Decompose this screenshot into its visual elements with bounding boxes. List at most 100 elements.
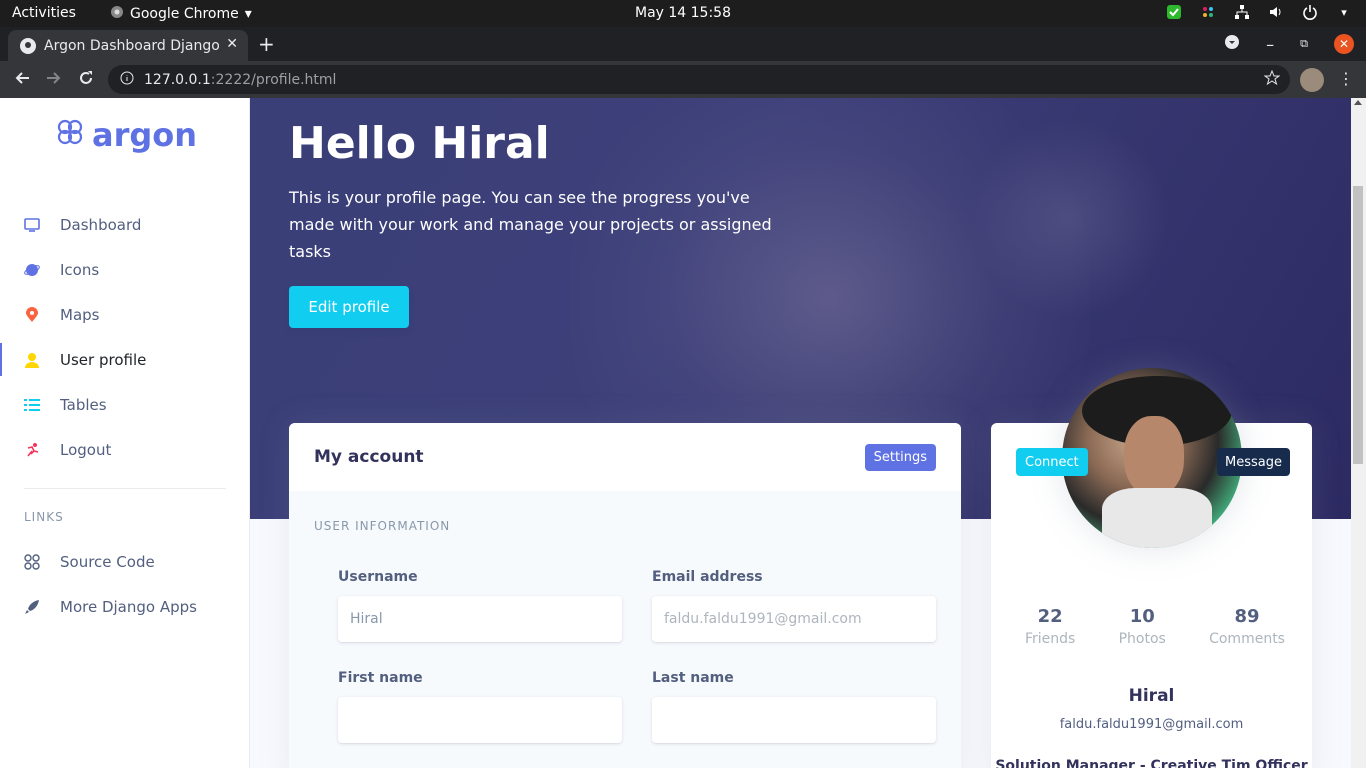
- connect-button[interactable]: Connect: [1016, 448, 1088, 476]
- running-icon: [24, 442, 40, 458]
- sidebar-item-label: Maps: [60, 305, 100, 324]
- message-button[interactable]: Message: [1217, 448, 1290, 476]
- profile-email: faldu.faldu1991@gmail.com: [1059, 717, 1244, 732]
- browser-toolbar: 127.0.0.1:2222/profile.html ⋮: [0, 61, 1366, 98]
- stat-value: 10: [1129, 606, 1155, 627]
- slack-icon[interactable]: [1200, 4, 1216, 20]
- page-scrollbar[interactable]: [1351, 98, 1366, 768]
- username-input[interactable]: [338, 596, 622, 642]
- power-icon[interactable]: [1302, 4, 1318, 20]
- back-icon[interactable]: [14, 70, 30, 90]
- chrome-icon: [110, 5, 124, 23]
- argon-logo-icon: [56, 116, 84, 154]
- stat-value: 89: [1234, 606, 1260, 627]
- sidebar-item-label: Source Code: [60, 552, 155, 571]
- tab-title: Argon Dashboard Django: [44, 37, 220, 54]
- app-name: Google Chrome: [130, 6, 239, 22]
- new-tab-icon[interactable]: +: [258, 32, 275, 56]
- last-name-label: Last name: [652, 670, 734, 686]
- avatar-shirt: [1102, 488, 1212, 548]
- sidebar-item-label: Icons: [60, 260, 100, 279]
- page-viewport: Hello Hiral This is your profile page. Y…: [0, 98, 1366, 768]
- address-bar[interactable]: 127.0.0.1:2222/profile.html: [108, 65, 1290, 94]
- sidebar-divider: [24, 488, 226, 489]
- sidebar-links: Source Code More Django Apps: [0, 539, 249, 629]
- scroll-up-icon[interactable]: [1354, 100, 1362, 105]
- username-group: Username: [338, 569, 622, 642]
- kebab-menu-icon[interactable]: ⋮: [1338, 69, 1354, 88]
- url-path: :2222/profile.html: [210, 71, 337, 88]
- page-title: Hello Hiral: [289, 118, 550, 169]
- chevron-down-icon[interactable]: ▾: [1336, 4, 1352, 20]
- close-window-icon[interactable]: ✕: [1334, 34, 1354, 54]
- planet-icon: [24, 262, 40, 278]
- stat-label: Photos: [1118, 631, 1166, 647]
- close-tab-icon[interactable]: ✕: [226, 36, 238, 52]
- brand-logo[interactable]: argon: [56, 116, 197, 154]
- avatar-face: [1124, 416, 1184, 496]
- minimize-icon[interactable]: –: [1266, 35, 1274, 54]
- sidebar-item-label: User profile: [60, 350, 147, 369]
- sidebar-item-user-profile[interactable]: User profile: [0, 337, 249, 382]
- bookmark-star-icon[interactable]: [1263, 69, 1281, 90]
- activities-button[interactable]: Activities: [12, 5, 76, 21]
- last-name-group: Last name: [652, 670, 936, 743]
- scrollbar-thumb[interactable]: [1353, 186, 1363, 464]
- stat-label: Comments: [1209, 631, 1285, 647]
- sidebar-item-logout[interactable]: Logout: [0, 427, 249, 472]
- restore-icon[interactable]: ⧉: [1300, 37, 1308, 51]
- os-top-bar: Activities Google Chrome ▾ May 14 15:58 …: [0, 0, 1366, 27]
- tab-search-icon[interactable]: [1224, 34, 1240, 54]
- pin-icon: [24, 306, 40, 323]
- card-title: My account: [314, 447, 424, 467]
- sidebar: argon Dashboard Icons Maps User profile …: [0, 98, 250, 768]
- card-header: My account Settings: [289, 423, 961, 491]
- profile-role: Solution Manager - Creative Tim Officer: [995, 758, 1308, 768]
- code-icon: [24, 553, 40, 570]
- intro-text: This is your profile page. You can see t…: [289, 188, 772, 261]
- chrome-profile-avatar[interactable]: [1300, 68, 1324, 92]
- my-account-card: My account Settings USER INFORMATION Use…: [289, 423, 961, 768]
- browser-tab[interactable]: Argon Dashboard Django ✕: [8, 30, 248, 61]
- favicon-icon: [20, 37, 36, 54]
- tv-icon: [24, 217, 40, 233]
- list-icon: [24, 397, 40, 413]
- avatar[interactable]: [1062, 368, 1242, 548]
- shield-check-icon[interactable]: [1166, 4, 1182, 20]
- stat-value: 22: [1037, 606, 1063, 627]
- app-menu[interactable]: Google Chrome ▾: [110, 5, 252, 23]
- links-heading: LINKS: [24, 510, 64, 524]
- last-name-input[interactable]: [652, 697, 936, 743]
- username-label: Username: [338, 569, 418, 585]
- settings-button[interactable]: Settings: [864, 444, 936, 471]
- email-label: Email address: [652, 569, 763, 585]
- sidebar-item-icons[interactable]: Icons: [0, 247, 249, 292]
- sidebar-item-tables[interactable]: Tables: [0, 382, 249, 427]
- sidebar-item-label: Dashboard: [60, 215, 142, 234]
- forward-icon[interactable]: [46, 70, 62, 90]
- sidebar-item-label: Tables: [60, 395, 107, 414]
- stat-comments: 89 Comments: [1209, 606, 1285, 647]
- sidebar-nav: Dashboard Icons Maps User profile Tables…: [0, 202, 249, 472]
- brand-name: argon: [92, 116, 198, 154]
- sidebar-item-more-django-apps[interactable]: More Django Apps: [0, 584, 249, 629]
- url-host: 127.0.0.1: [144, 71, 211, 88]
- info-icon[interactable]: [120, 71, 134, 89]
- sidebar-item-dashboard[interactable]: Dashboard: [0, 202, 249, 247]
- email-input[interactable]: [652, 596, 936, 642]
- profile-name: Hiral: [1128, 686, 1175, 706]
- stat-friends: 22 Friends: [1025, 606, 1075, 647]
- rocket-icon: [24, 599, 40, 615]
- profile-stats: 22 Friends 10 Photos 89 Comments: [1025, 606, 1285, 647]
- clock[interactable]: May 14 15:58: [635, 5, 731, 21]
- reload-icon[interactable]: [78, 70, 94, 90]
- first-name-group: First name: [338, 670, 622, 743]
- sidebar-item-label: Logout: [60, 440, 112, 459]
- first-name-input[interactable]: [338, 697, 622, 743]
- sidebar-item-label: More Django Apps: [60, 597, 197, 616]
- volume-icon[interactable]: [1268, 4, 1284, 20]
- edit-profile-button[interactable]: Edit profile: [289, 286, 409, 328]
- sidebar-item-source-code[interactable]: Source Code: [0, 539, 249, 584]
- sidebar-item-maps[interactable]: Maps: [0, 292, 249, 337]
- network-icon[interactable]: [1234, 4, 1250, 20]
